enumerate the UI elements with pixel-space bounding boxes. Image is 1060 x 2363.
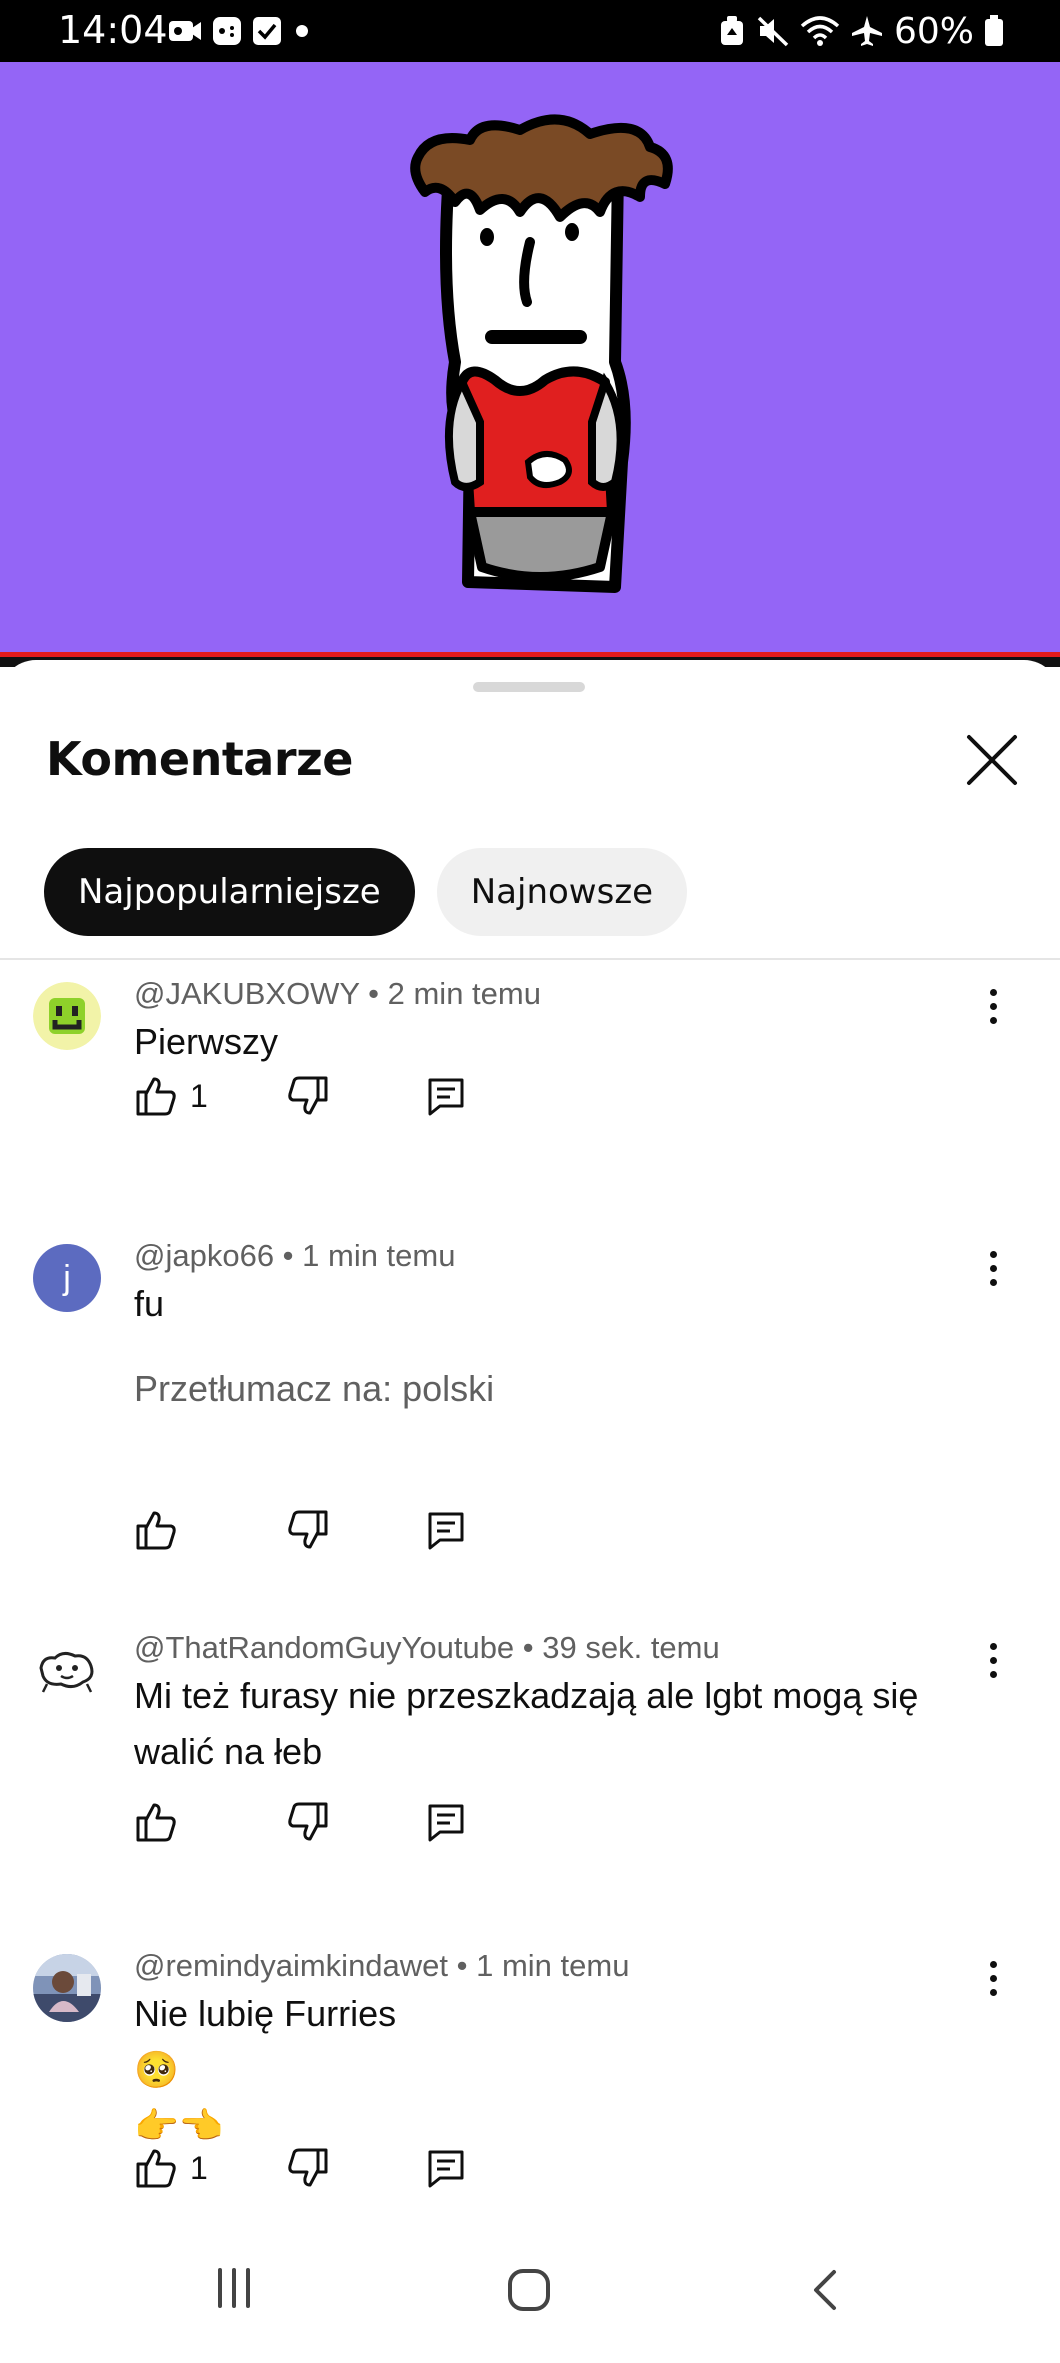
cartoon-character-thumbnail <box>410 114 673 593</box>
comment-actions <box>134 1508 494 1552</box>
status-time: 14:04 <box>58 8 168 52</box>
like-button[interactable] <box>134 1800 190 1844</box>
dislike-button[interactable] <box>286 1800 330 1844</box>
like-button[interactable] <box>134 1508 190 1552</box>
drag-handle[interactable] <box>473 682 585 692</box>
home-icon <box>508 2269 550 2311</box>
status-notification-icons <box>168 14 312 48</box>
reply-button[interactable] <box>426 2146 466 2190</box>
recents-icon <box>218 2268 250 2308</box>
more-options-button[interactable] <box>975 1636 1011 1684</box>
comment-line: Pierwszy <box>134 1021 279 1062</box>
back-button[interactable] <box>806 2266 846 2319</box>
like-count: 1 <box>190 2149 208 2186</box>
more-options-button[interactable] <box>975 982 1011 1030</box>
system-navigation-bar <box>0 2230 1060 2363</box>
close-icon <box>967 735 1017 785</box>
checkbox-icon <box>253 17 281 45</box>
avatar[interactable] <box>33 1636 101 1704</box>
reply-icon <box>428 1078 464 1116</box>
like-button[interactable]: 1 <box>134 2146 208 2190</box>
reply-button[interactable] <box>426 1508 466 1552</box>
sheet-title: Komentarze <box>46 732 354 786</box>
comment-actions: 1 <box>134 1074 494 1118</box>
airplane-icon <box>851 16 882 46</box>
thumbs-up-icon <box>136 1803 176 1842</box>
dislike-button[interactable] <box>286 1074 330 1118</box>
thumbs-up-icon <box>136 1077 176 1116</box>
dislike-button[interactable] <box>286 2146 330 2190</box>
translate-link[interactable]: Przetłumacz na: polski <box>134 1368 494 1410</box>
battery-icon <box>985 15 1003 46</box>
chip-newest[interactable]: Najnowsze <box>436 848 688 936</box>
more-options-button[interactable] <box>975 1244 1011 1292</box>
status-system-icons: 60% <box>718 10 1004 52</box>
mute-icon <box>757 16 789 47</box>
avatar[interactable]: j <box>33 1244 101 1312</box>
comment-text: Nie lubię Furries 🥺 👉👈 <box>134 1986 994 2154</box>
battery-percent: 60% <box>893 10 974 52</box>
status-bar: 14:04 60% <box>0 0 1060 62</box>
video-camera-icon <box>169 21 201 41</box>
like-count: 1 <box>190 1077 208 1114</box>
sort-filter-chips: Najpopularniejsze Najnowsze <box>44 848 688 936</box>
avatar-letter: j <box>63 1258 71 1297</box>
comment-text: Pierwszy <box>134 1014 994 1070</box>
like-button[interactable]: 1 <box>134 1074 208 1118</box>
recycle-icon <box>720 16 743 45</box>
avatar[interactable] <box>33 1954 101 2022</box>
comment-line: walić na łeb <box>134 1731 323 1772</box>
reply-icon <box>428 1804 464 1842</box>
thumbs-down-icon <box>288 1076 328 1115</box>
dislike-button[interactable] <box>286 1508 330 1552</box>
comment-text: Mi też furasy nie przeszkadzają ale lgbt… <box>134 1668 994 1780</box>
comment-text: fu <box>134 1276 994 1332</box>
comment-line: 🥺 <box>134 2049 179 2090</box>
comment-meta[interactable]: @ThatRandomGuyYoutube • 39 sek. temu <box>134 1630 720 1666</box>
thumbs-up-icon <box>136 2149 176 2188</box>
photo-avatar-icon <box>33 1954 101 2022</box>
more-options-button[interactable] <box>975 1954 1011 2002</box>
thumbs-up-icon <box>136 1511 176 1550</box>
thumbs-down-icon <box>288 1802 328 1841</box>
close-button[interactable] <box>962 730 1022 790</box>
back-icon <box>814 2270 836 2310</box>
comment-line: fu <box>134 1283 165 1324</box>
reply-button[interactable] <box>426 1074 466 1118</box>
comments-sheet: Komentarze Najpopularniejsze Najnowsze @… <box>0 660 1060 2230</box>
comment-meta[interactable]: @JAKUBXOWY • 2 min temu <box>134 976 541 1012</box>
reply-icon <box>428 2150 464 2188</box>
comment-meta[interactable]: @japko66 • 1 min temu <box>134 1238 455 1274</box>
avatar[interactable] <box>33 982 101 1050</box>
game-controller-icon <box>213 17 241 45</box>
thumbs-down-icon <box>288 1510 328 1549</box>
reply-icon <box>428 1512 464 1550</box>
thumbs-down-icon <box>288 2148 328 2187</box>
doodle-face-avatar-icon <box>33 1636 101 1704</box>
home-button[interactable] <box>505 2266 553 2319</box>
comment-line: Nie lubię Furries <box>134 1993 397 2034</box>
dot-icon <box>296 25 308 37</box>
comment-meta[interactable]: @remindyaimkindawet • 1 min temu <box>134 1948 629 1984</box>
recents-button[interactable] <box>212 2266 256 2315</box>
wifi-icon <box>800 16 840 46</box>
green-smiley-avatar-icon <box>33 982 101 1050</box>
comment-actions: 1 <box>134 2146 494 2190</box>
chip-top-comments[interactable]: Najpopularniejsze <box>44 848 415 936</box>
comment-actions <box>134 1800 494 1844</box>
video-player[interactable] <box>0 62 1060 656</box>
divider <box>0 958 1060 960</box>
comment-line: Mi też furasy nie przeszkadzają ale lgbt… <box>134 1675 919 1716</box>
reply-button[interactable] <box>426 1800 466 1844</box>
